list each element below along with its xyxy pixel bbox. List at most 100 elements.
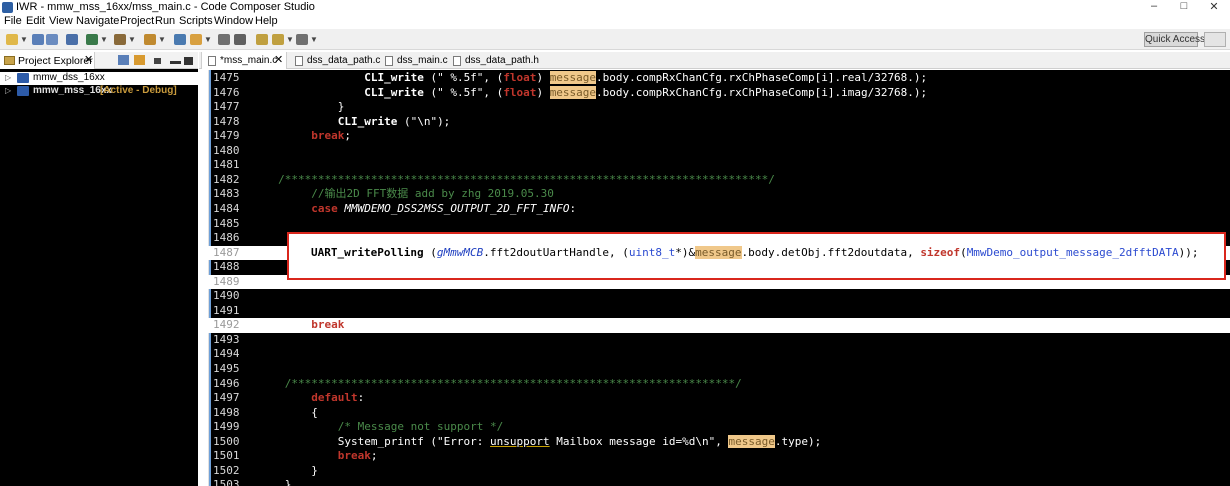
line-number: 1494 — [213, 347, 240, 361]
code-line[interactable]: 1485 — [199, 217, 1230, 232]
view-menu-icon[interactable] — [154, 58, 161, 64]
line-number: 1502 — [213, 463, 240, 477]
tab-dss-main[interactable]: dss_main.c — [379, 52, 455, 69]
maximize-button[interactable]: □ — [1170, 0, 1198, 12]
pencil-dropdown-icon[interactable]: ▼ — [204, 35, 212, 44]
code-text: CLI_write ("\n"); — [337, 114, 451, 128]
hammer-dropdown-icon[interactable]: ▼ — [158, 35, 166, 44]
code-text: CLI_write (" %.5f", (float) message.body… — [364, 71, 928, 84]
tab-mss-main[interactable]: *mss_main.c ✕ — [201, 52, 287, 69]
line-number: 1476 — [213, 85, 240, 99]
code-text: /***************************************… — [284, 376, 742, 390]
code-line[interactable]: 1476 CLI_write (" %.5f", (float) message… — [199, 85, 1230, 101]
code-line[interactable]: 1503 } — [199, 478, 1230, 486]
code-line[interactable]: 1493 — [199, 333, 1230, 348]
maximize-view-icon[interactable] — [184, 57, 193, 65]
new-dropdown-icon[interactable]: ▼ — [20, 35, 28, 44]
code-line[interactable]: 1497 default: — [199, 391, 1230, 406]
code-line[interactable]: 1502 } — [199, 464, 1230, 479]
code-line[interactable]: 1477 } — [199, 100, 1230, 115]
code-line[interactable]: 1501 break; — [199, 449, 1230, 464]
code-line[interactable]: 1481 — [199, 158, 1230, 173]
save-all-icon[interactable] — [46, 34, 58, 45]
link-editor-icon[interactable] — [134, 55, 145, 65]
code-line[interactable]: 1479 break; — [199, 129, 1230, 144]
callout-function: UART_writePolling — [311, 246, 424, 259]
close-icon[interactable]: ✕ — [274, 53, 283, 66]
nav-back-icon[interactable] — [272, 34, 284, 45]
code-line[interactable]: 1491 — [199, 304, 1230, 319]
callout-code-line: UART_writePolling (gMmwMCB.fft2doutUartH… — [311, 246, 1198, 260]
project-icon — [17, 73, 29, 83]
tree-item-project[interactable]: ▷ mmw_dss_16xx — [0, 72, 198, 85]
code-line[interactable]: 1499 /* Message not support */ — [199, 420, 1230, 435]
code-line[interactable]: 1495 — [199, 362, 1230, 377]
build-icon[interactable] — [66, 34, 78, 45]
annotation-icon[interactable] — [218, 34, 230, 45]
perspective-icon[interactable] — [1204, 32, 1226, 47]
callout-type: uint8_t — [628, 246, 676, 259]
code-line[interactable]: 1480 — [199, 144, 1230, 159]
close-icon[interactable]: ✕ — [84, 53, 93, 66]
nav-forward-icon[interactable] — [296, 34, 308, 45]
menu-help[interactable]: Help — [255, 15, 278, 27]
line-number: 1485 — [213, 216, 240, 230]
minimize-view-icon[interactable] — [170, 61, 181, 64]
line-number: 1498 — [213, 405, 240, 419]
debug-icon[interactable] — [86, 34, 98, 45]
menu-view[interactable]: View — [49, 15, 73, 27]
code-line[interactable]: 1492 break; — [199, 318, 1230, 333]
search-icon[interactable] — [174, 34, 186, 45]
tab-label: dss_data_path.h — [465, 55, 539, 66]
h-file-icon — [453, 56, 461, 66]
code-line[interactable]: 1500 System_printf ("Error: unsupport Ma… — [199, 434, 1230, 450]
code-line[interactable]: 1475 CLI_write (" %.5f", (float) message… — [199, 71, 1230, 86]
hammer-icon[interactable] — [144, 34, 156, 45]
close-window-button[interactable]: ✕ — [1200, 0, 1228, 13]
menu-edit[interactable]: Edit — [26, 15, 45, 27]
code-line[interactable]: 1484 case MMWDEMO_DSS2MSS_OUTPUT_2D_FFT_… — [199, 202, 1230, 217]
project-icon — [17, 86, 29, 96]
menu-scripts[interactable]: Scripts — [179, 15, 213, 27]
code-text: /***************************************… — [278, 172, 775, 186]
menu-run[interactable]: Run — [155, 15, 175, 27]
menu-file[interactable]: File — [4, 15, 22, 27]
code-line[interactable]: 1494 — [199, 347, 1230, 362]
code-line[interactable]: 1498 { — [199, 406, 1230, 421]
tab-project-explorer[interactable]: Project Explorer ✕ — [0, 52, 95, 69]
active-debug-label: [Active - Debug] — [100, 85, 177, 96]
pencil-icon[interactable] — [190, 34, 202, 45]
code-line[interactable]: 1483 //输出2D FFT数据 add by zhg 2019.05.30 — [199, 187, 1230, 202]
expand-icon[interactable]: ▷ — [5, 86, 11, 95]
new-icon[interactable] — [6, 34, 18, 45]
flash-dropdown-icon[interactable]: ▼ — [128, 35, 136, 44]
project-name: mmw_dss_16xx — [33, 72, 105, 83]
menu-project[interactable]: Project — [120, 15, 154, 27]
nav-forward-dropdown-icon[interactable]: ▼ — [310, 35, 318, 44]
code-line[interactable]: 1490 — [199, 289, 1230, 304]
expand-icon[interactable]: ▷ — [5, 73, 11, 82]
nav-back-dropdown-icon[interactable]: ▼ — [286, 35, 294, 44]
flash-icon[interactable] — [114, 34, 126, 45]
debug-dropdown-icon[interactable]: ▼ — [100, 35, 108, 44]
tab-dss-data-path-h[interactable]: dss_data_path.h — [447, 52, 547, 69]
collapse-all-icon[interactable] — [118, 55, 129, 65]
tab-dss-data-path-c[interactable]: dss_data_path.c — [289, 52, 383, 69]
line-number: 1496 — [213, 376, 240, 390]
minimize-button[interactable]: – — [1140, 0, 1168, 12]
code-line[interactable]: 1478 CLI_write ("\n"); — [199, 115, 1230, 130]
tree-item-project[interactable]: ▷ mmw_mss_16xx [Active - Debug] — [0, 85, 198, 98]
code-text: } — [337, 100, 345, 114]
code-text: } — [311, 463, 318, 477]
menu-navigate[interactable]: Navigate — [76, 15, 119, 27]
quick-access-field[interactable]: Quick Access — [1144, 32, 1205, 47]
code-line[interactable]: 1482 /**********************************… — [199, 173, 1230, 188]
menu-window[interactable]: Window — [214, 15, 253, 27]
code-line[interactable]: 1496 /**********************************… — [199, 377, 1230, 392]
line-number: 1493 — [213, 332, 240, 346]
back-icon[interactable] — [256, 34, 268, 45]
save-icon[interactable] — [32, 34, 44, 45]
prev-annotation-icon[interactable] — [234, 34, 246, 45]
code-text: default: — [311, 391, 365, 405]
code-text: System_printf ("Error: unsupport Mailbox… — [337, 434, 822, 448]
